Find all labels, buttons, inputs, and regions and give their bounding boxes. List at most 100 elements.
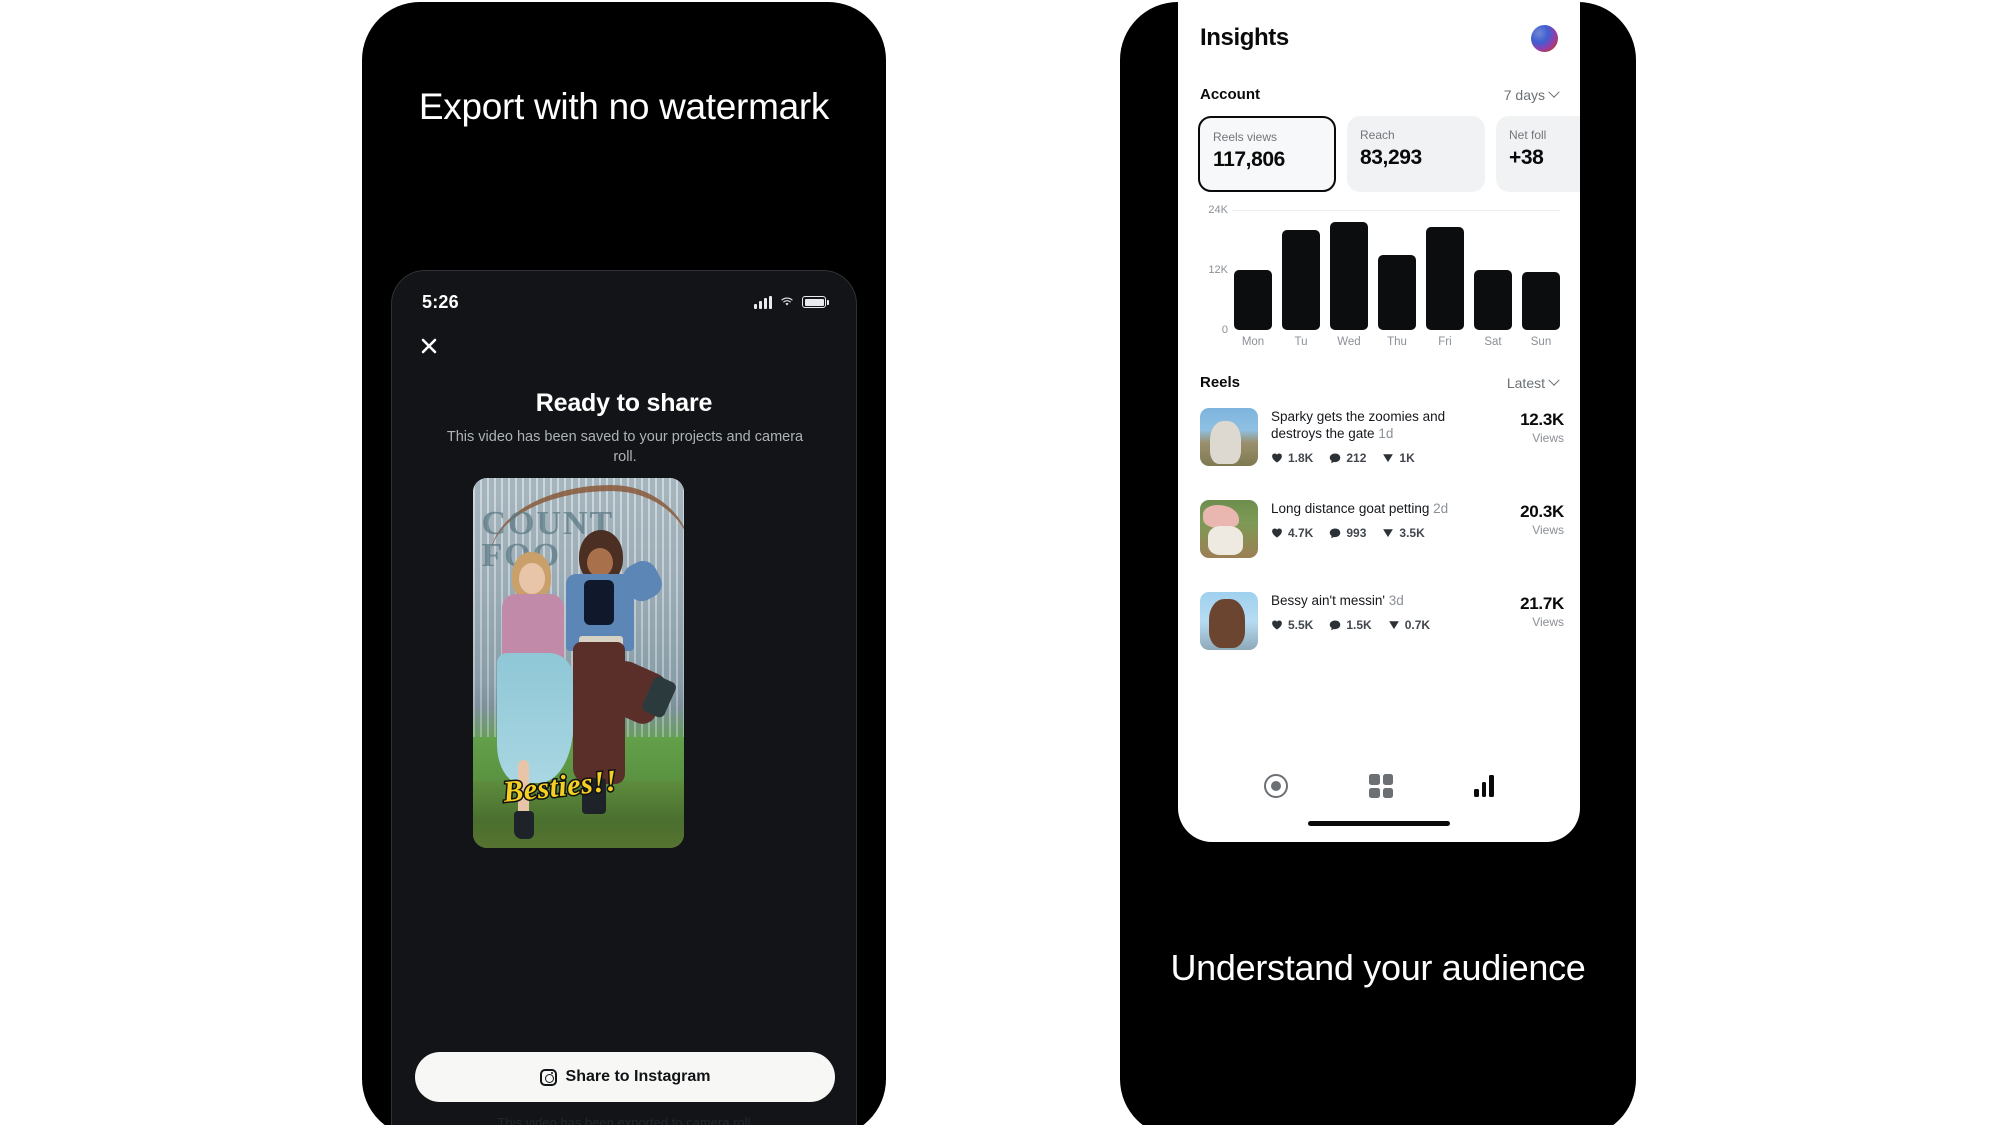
- chevron-down-icon: [1548, 86, 1560, 98]
- list-item[interactable]: Bessy ain't messin' 3d 5.5K 1.5K 0.7K 21…: [1200, 592, 1564, 668]
- shares-count: 0.7K: [1404, 618, 1431, 632]
- account-row: Account 7 days: [1200, 86, 1560, 103]
- bar: [1426, 227, 1464, 330]
- reel-age: 3d: [1388, 593, 1404, 608]
- ready-subtitle: This video has been saved to your projec…: [446, 429, 804, 465]
- shares-stat: 3.5K: [1382, 526, 1425, 540]
- metric-card-reels-views[interactable]: Reels views 117,806: [1198, 116, 1336, 192]
- reel-views-value: 21.7K: [1520, 594, 1564, 613]
- metric-card-row: Reels views 117,806 Reach 83,293 Net fol…: [1198, 116, 1580, 192]
- page-title: Insights: [1200, 24, 1289, 51]
- bar: [1378, 255, 1416, 330]
- reels-list: Sparky gets the zoomies and destroys the…: [1200, 408, 1564, 684]
- x-tick-label: Mon: [1241, 336, 1265, 348]
- instagram-icon: [539, 1068, 557, 1086]
- reels-sort-selector[interactable]: Latest: [1506, 374, 1560, 391]
- reel-stats: 1.8K 212 1K: [1271, 451, 1487, 465]
- comment-icon: [1330, 453, 1341, 464]
- video-preview[interactable]: COUNTFOO: [473, 478, 684, 848]
- reel-stats: 5.5K 1.5K 0.7K: [1271, 618, 1487, 632]
- shares-count: 3.5K: [1399, 526, 1425, 540]
- comment-icon: [1330, 528, 1341, 539]
- bar: [1330, 222, 1368, 330]
- list-fade-overlay: [1178, 704, 1580, 756]
- reel-title: Bessy ain't messin' 3d: [1271, 592, 1487, 609]
- status-bar: 5:26: [392, 287, 856, 317]
- heart-icon: [1272, 453, 1282, 463]
- phone-mockup-left: Export with no watermark 5:26 Ready to s…: [362, 2, 886, 1125]
- home-indicator: [1308, 821, 1450, 826]
- y-tick-label: 24K: [1208, 204, 1228, 216]
- x-tick-label: Sun: [1530, 336, 1552, 348]
- date-range-label: 7 days: [1503, 86, 1545, 103]
- x-axis: Mon Tu Wed Thu Fri Sat Sun: [1234, 336, 1560, 348]
- send-icon: [1383, 529, 1394, 538]
- battery-icon: [802, 296, 829, 308]
- x-tick-label: Sat: [1484, 336, 1502, 348]
- reel-views-label: Views: [1532, 615, 1564, 629]
- comments-count: 1.5K: [1346, 618, 1372, 632]
- list-item[interactable]: Sparky gets the zoomies and destroys the…: [1200, 408, 1564, 484]
- status-icons: [754, 295, 829, 309]
- comment-icon: [1330, 620, 1341, 631]
- reel-views-label: Views: [1532, 523, 1564, 537]
- date-range-selector[interactable]: 7 days: [1503, 86, 1560, 103]
- left-caption: Export with no watermark: [418, 86, 830, 127]
- account-label: Account: [1200, 86, 1260, 103]
- screenshot-canvas: Export with no watermark 5:26 Ready to s…: [0, 0, 2000, 1125]
- tab-insights[interactable]: [1474, 775, 1494, 797]
- comments-stat: 212: [1329, 451, 1366, 465]
- status-time: 5:26: [422, 291, 459, 312]
- metric-label: Reach: [1360, 128, 1395, 142]
- insights-screen: Insights Account 7 days Reels views 117,…: [1178, 2, 1580, 842]
- tab-projects[interactable]: [1369, 774, 1394, 798]
- reel-views-label: Views: [1532, 431, 1564, 445]
- metric-value: +38: [1509, 146, 1544, 169]
- close-icon[interactable]: [416, 333, 442, 359]
- reel-age: 2d: [1433, 501, 1449, 516]
- metric-card-net-followers[interactable]: Net foll +38: [1496, 116, 1580, 192]
- reel-title-text: Bessy ain't messin': [1271, 593, 1385, 608]
- signal-bars-icon: [754, 295, 772, 309]
- metric-value: 83,293: [1360, 146, 1422, 169]
- avatar[interactable]: [1531, 24, 1558, 52]
- wifi-icon: [781, 297, 793, 306]
- y-tick-label: 12K: [1208, 264, 1228, 276]
- reel-thumbnail: [1200, 408, 1258, 466]
- likes-stat: 4.7K: [1271, 526, 1313, 540]
- metric-card-reach[interactable]: Reach 83,293: [1347, 116, 1485, 192]
- reels-section-header: Reels Latest: [1200, 374, 1560, 391]
- likes-stat: 1.8K: [1271, 451, 1313, 465]
- metric-value: 117,806: [1213, 148, 1285, 171]
- x-tick-label: Thu: [1387, 336, 1407, 348]
- metric-label: Reels views: [1213, 130, 1278, 144]
- x-tick-label: Fri: [1438, 336, 1452, 348]
- reel-title-text: Long distance goat petting: [1271, 501, 1430, 516]
- record-icon: [1264, 774, 1289, 798]
- x-tick-label: Wed: [1337, 336, 1361, 348]
- weekly-views-bar-chart: 24K 12K 0 Mon Tu Wed Thu Fri Sat Sun: [1198, 204, 1560, 355]
- bar-chart-icon: [1474, 775, 1494, 797]
- shares-stat: 0.7K: [1388, 618, 1430, 632]
- share-button-label: Share to Instagram: [565, 1068, 711, 1085]
- right-caption: Understand your audience: [1170, 947, 1586, 988]
- reel-title: Sparky gets the zoomies and destroys the…: [1271, 408, 1487, 442]
- reel-thumbnail: [1200, 592, 1258, 650]
- reels-sort-label: Latest: [1506, 374, 1545, 391]
- list-item[interactable]: Long distance goat petting 2d 4.7K 993 3…: [1200, 500, 1564, 576]
- bar: [1234, 270, 1272, 330]
- bar: [1282, 230, 1320, 330]
- tab-record[interactable]: [1264, 774, 1289, 798]
- bar: [1522, 272, 1560, 330]
- shares-count: 1K: [1399, 451, 1415, 465]
- reel-views-value: 20.3K: [1520, 502, 1564, 521]
- comments-stat: 993: [1329, 526, 1366, 540]
- export-note: This video has been exported to camera r…: [497, 1115, 751, 1125]
- likes-count: 1.8K: [1288, 451, 1314, 465]
- phone-mockup-right: Insights Account 7 days Reels views 117,…: [1120, 2, 1636, 1125]
- likes-stat: 5.5K: [1271, 618, 1313, 632]
- share-to-instagram-button[interactable]: Share to Instagram: [415, 1052, 835, 1102]
- likes-count: 4.7K: [1288, 526, 1314, 540]
- likes-count: 5.5K: [1288, 618, 1314, 632]
- bar: [1474, 270, 1512, 330]
